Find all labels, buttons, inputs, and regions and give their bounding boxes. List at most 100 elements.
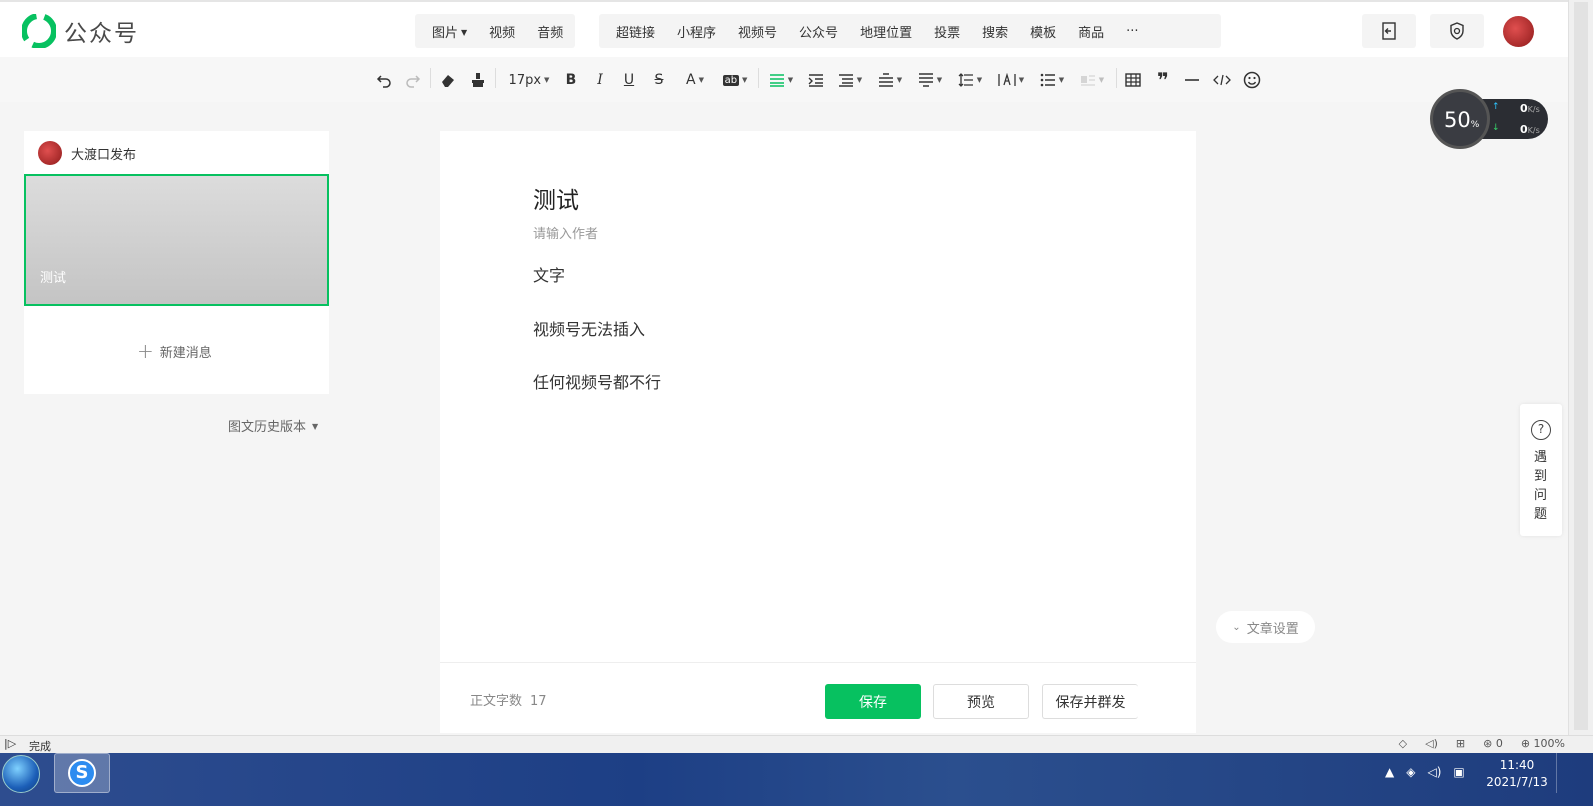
space-before-button[interactable]: ▼ bbox=[876, 69, 904, 91]
insert-location-button[interactable]: 地理位置 bbox=[849, 22, 923, 41]
bold-button[interactable]: B bbox=[562, 69, 580, 91]
chevron-down-icon: ▼ bbox=[1058, 76, 1065, 84]
status-text: 完成 bbox=[29, 740, 51, 753]
space-after-button[interactable]: ▼ bbox=[916, 69, 944, 91]
clear-format-button[interactable] bbox=[438, 69, 458, 91]
chevron-down-icon: ▼ bbox=[896, 76, 903, 84]
start-button[interactable] bbox=[2, 755, 40, 793]
format-toolbar: 17px ▼ B I U S A ▼ ab ▼ ▼ ▼ ▼ ▼ ▼ ▼ ▼ ▼ ❞ bbox=[0, 57, 1568, 102]
redo-button[interactable] bbox=[403, 69, 423, 91]
memory-percent: 50% bbox=[1444, 108, 1480, 132]
float-button[interactable]: ▼ bbox=[1078, 69, 1106, 91]
chevron-down-icon: ▼ bbox=[1018, 76, 1025, 84]
insert-video-button[interactable]: 视频 bbox=[478, 22, 526, 41]
article-settings-button[interactable]: ⌄ 文章设置 bbox=[1216, 611, 1315, 643]
scrollbar-thumb[interactable] bbox=[1574, 2, 1588, 730]
format-painter-button[interactable] bbox=[468, 69, 488, 91]
insert-search-button[interactable]: 搜索 bbox=[971, 22, 1019, 41]
strikethrough-button[interactable]: S bbox=[650, 69, 668, 91]
paragraph-spacing-button[interactable]: ▼ bbox=[836, 69, 864, 91]
save-and-publish-button[interactable]: 保存并群发 bbox=[1042, 684, 1138, 719]
table-button[interactable] bbox=[1124, 69, 1142, 91]
shield-check-icon[interactable]: ◇ bbox=[1399, 737, 1407, 750]
clock-date: 2021/7/13 bbox=[1486, 775, 1548, 789]
new-message-label: 新建消息 bbox=[159, 345, 212, 361]
account-name: 大渡口发布 bbox=[71, 148, 137, 163]
page-scrollbar[interactable] bbox=[1568, 0, 1593, 735]
article-list-panel: 大渡口发布 测试 + 新建消息 bbox=[24, 131, 329, 394]
show-desktop-button[interactable] bbox=[1556, 753, 1568, 793]
body-paragraph[interactable]: 文字 bbox=[533, 262, 565, 286]
network-icon[interactable]: ▣ bbox=[1453, 765, 1464, 779]
content-insert-group: 超链接 小程序 视频号 公众号 地理位置 投票 搜索 模板 商品 ··· bbox=[599, 14, 1221, 48]
insert-channels-button[interactable]: 视频号 bbox=[727, 22, 788, 41]
taskbar-clock[interactable]: 11:40 2021/7/13 bbox=[1482, 757, 1552, 791]
insert-miniprogram-button[interactable]: 小程序 bbox=[666, 22, 727, 41]
divider-button[interactable] bbox=[1183, 69, 1201, 91]
exit-editor-button[interactable] bbox=[1362, 14, 1416, 48]
network-speed-widget[interactable]: 50% ↑ ↓ 0K/s 0K/s bbox=[1430, 89, 1548, 149]
article-card-selected[interactable]: 测试 bbox=[24, 174, 329, 306]
top-bar: 公众号 图片 ▼ 视频 音频 超链接 小程序 视频号 公众号 地理位置 投票 搜索… bbox=[0, 0, 1568, 57]
question-icon: ? bbox=[1531, 420, 1551, 440]
windows-taskbar: S ▲ ◈ ◁) ▣ 11:40 2021/7/13 bbox=[0, 753, 1593, 806]
insert-image-button[interactable]: 图片 ▼ bbox=[421, 22, 478, 41]
font-size-select[interactable]: 17px ▼ bbox=[505, 69, 553, 91]
insert-official-account-button[interactable]: 公众号 bbox=[788, 22, 849, 41]
insert-vote-button[interactable]: 投票 bbox=[923, 22, 971, 41]
font-color-button[interactable]: A ▼ bbox=[680, 69, 710, 91]
emoji-button[interactable] bbox=[1242, 69, 1262, 91]
horizontal-line-icon bbox=[1185, 79, 1199, 81]
article-title-input[interactable]: 测试 bbox=[533, 181, 579, 215]
insert-template-button[interactable]: 模板 bbox=[1019, 22, 1067, 41]
undo-button[interactable] bbox=[374, 69, 394, 91]
logo[interactable]: 公众号 bbox=[22, 14, 139, 48]
word-count-value: 17 bbox=[530, 694, 547, 709]
align-button[interactable]: ▼ bbox=[767, 69, 795, 91]
indent-button[interactable] bbox=[807, 69, 825, 91]
letter-spacing-button[interactable]: ▼ bbox=[996, 69, 1026, 91]
help-tab[interactable]: ? 遇到问题 bbox=[1520, 404, 1562, 536]
author-input[interactable]: 请输入作者 bbox=[533, 223, 598, 242]
account-avatar bbox=[38, 141, 62, 165]
blockquote-button[interactable]: ❞ bbox=[1154, 68, 1172, 92]
tray-expand-icon[interactable]: ▲ bbox=[1385, 765, 1394, 779]
body-paragraph[interactable]: 任何视频号都不行 bbox=[533, 369, 661, 393]
insert-hyperlink-button[interactable]: 超链接 bbox=[605, 22, 666, 41]
article-settings-label: 文章设置 bbox=[1246, 621, 1299, 637]
security-tray-icon[interactable]: ◈ bbox=[1406, 765, 1415, 779]
underline-button[interactable]: U bbox=[620, 69, 638, 91]
more-button[interactable]: ··· bbox=[1115, 24, 1149, 39]
speed-circle: 50% bbox=[1430, 89, 1490, 149]
security-button[interactable] bbox=[1430, 14, 1484, 48]
space-after-icon bbox=[918, 73, 933, 87]
new-message-button[interactable]: + 新建消息 bbox=[137, 339, 212, 363]
chevron-down-icon: ▼ bbox=[936, 76, 943, 84]
speaker-icon[interactable]: ◁) bbox=[1425, 737, 1438, 750]
preview-button[interactable]: 预览 bbox=[933, 684, 1029, 719]
bullet-list-icon bbox=[1040, 73, 1055, 87]
user-avatar[interactable] bbox=[1503, 16, 1534, 47]
toolbar-divider bbox=[1116, 68, 1117, 88]
insert-product-button[interactable]: 商品 bbox=[1067, 22, 1115, 41]
save-button[interactable]: 保存 bbox=[825, 684, 921, 719]
history-label: 图文历史版本 bbox=[228, 420, 307, 435]
italic-button[interactable]: I bbox=[591, 69, 609, 91]
html-code-button[interactable] bbox=[1212, 69, 1232, 91]
insert-audio-button[interactable]: 音频 bbox=[526, 22, 574, 41]
zoom-indicator[interactable]: ⊕ 100% bbox=[1521, 737, 1565, 750]
chevron-down-icon: ▼ bbox=[742, 76, 748, 84]
quote-icon: ❞ bbox=[1157, 68, 1169, 92]
download-tray-icon[interactable]: ⊞ bbox=[1456, 737, 1465, 750]
body-paragraph[interactable]: 视频号无法插入 bbox=[533, 316, 645, 340]
background-color-button[interactable]: ab ▼ bbox=[720, 69, 750, 91]
list-button[interactable]: ▼ bbox=[1038, 69, 1066, 91]
line-height-button[interactable]: ▼ bbox=[956, 69, 984, 91]
help-label: 遇到问题 bbox=[1534, 450, 1548, 522]
volume-icon[interactable]: ◁) bbox=[1427, 765, 1441, 779]
adblock-indicator[interactable]: ⊛ 0 bbox=[1483, 737, 1503, 750]
play-icon[interactable]: |▷ bbox=[4, 737, 16, 750]
taskbar-browser-app[interactable]: S bbox=[54, 753, 110, 793]
history-versions-dropdown[interactable]: 图文历史版本 ▼ bbox=[228, 416, 318, 435]
shield-icon bbox=[1450, 22, 1464, 40]
